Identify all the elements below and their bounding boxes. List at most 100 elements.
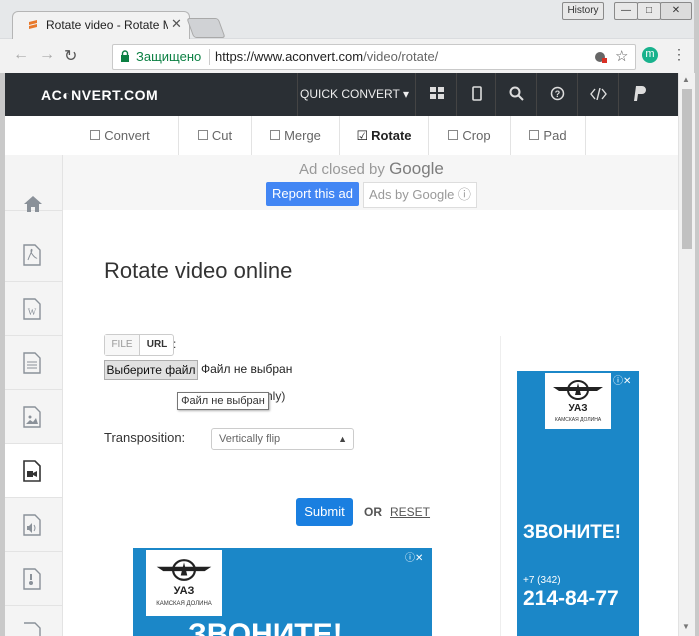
text-file-icon (23, 352, 41, 374)
tab-title: Rotate video - Rotate MP4 (46, 18, 168, 32)
ad-logo: УАЗ КАМСКАЯ ДОЛИНА (146, 550, 222, 616)
translate-icon[interactable] (594, 50, 608, 64)
bottom-advertisement[interactable]: УАЗ КАМСКАЯ ДОЛИНА ⓘ✕ ЗВОНИТЕ! (133, 548, 432, 636)
search-icon (509, 86, 524, 101)
site-favicon-icon (29, 20, 37, 29)
sidebar-item-video[interactable] (5, 444, 62, 498)
sidebar-item-image[interactable] (5, 390, 62, 444)
file-icon (24, 622, 41, 636)
pdf-file-icon (23, 244, 41, 266)
new-tab-button[interactable] (186, 18, 226, 38)
ad-closed-text: Ad closed by Google (299, 159, 444, 178)
reset-link[interactable]: RESET (390, 505, 430, 519)
nav-paypal[interactable] (618, 73, 659, 116)
ad-brand: УАЗ (173, 585, 195, 597)
home-icon (24, 196, 42, 212)
ad-logo: УАЗ КАМСКАЯ ДОЛИНА (545, 373, 611, 429)
checkbox-icon (529, 130, 540, 140)
tab-close-icon[interactable]: ✕ (171, 16, 182, 32)
ad-phone-prefix: +7 (342) (523, 575, 561, 586)
minimize-button[interactable]: — (614, 2, 638, 20)
transposition-select[interactable]: Vertically flip ▲ (211, 428, 354, 450)
scrollbar-thumb[interactable] (682, 89, 692, 249)
scroll-up-icon[interactable]: ▲ (682, 75, 690, 84)
quick-convert-menu[interactable]: QUICK CONVERT ▾ (297, 73, 411, 116)
browser-toolbar: ← → ↻ Защищено https://www.aconvert.com/… (0, 39, 699, 73)
reload-icon[interactable]: ↻ (64, 46, 77, 66)
file-tooltip: Файл не выбран (177, 392, 269, 410)
checked-checkbox-icon: ☑ (356, 128, 369, 143)
image-file-icon (23, 406, 41, 428)
tab-crop[interactable]: Crop (429, 116, 511, 155)
sidebar-item-more[interactable] (5, 606, 62, 636)
transposition-label: Transposition: (104, 430, 186, 445)
source-toggle: FILE URL (104, 334, 174, 356)
uaz-emblem-icon (156, 559, 212, 581)
report-ad-button[interactable]: Report this ad (266, 182, 359, 206)
sidebar-item-archive[interactable] (5, 552, 62, 606)
submit-button[interactable]: Submit (296, 498, 353, 526)
tablet-icon (472, 86, 482, 101)
sidebar-item-pdf[interactable] (5, 228, 62, 282)
svg-text:W: W (28, 307, 37, 317)
maximize-button[interactable]: □ (637, 2, 661, 20)
nav-help[interactable]: ? (536, 73, 577, 116)
forward-icon[interactable]: → (39, 46, 55, 64)
page-scrollbar[interactable]: ▲ ▼ (678, 73, 695, 636)
ad-brand: УАЗ (568, 403, 588, 414)
scroll-down-icon[interactable]: ▼ (682, 622, 690, 631)
ad-call-text: ЗВОНИТЕ! (188, 618, 343, 636)
url-tab[interactable]: URL (140, 335, 174, 355)
ad-closed-banner: Ad closed by Google Report this ad Ads b… (62, 155, 678, 210)
tab-pad[interactable]: Pad (511, 116, 586, 155)
ad-info-icon[interactable]: ⓘ✕ (405, 549, 423, 564)
site-navbar: AC◐NVERT.COM QUICK CONVERT ▾ ? (5, 73, 678, 116)
sidebar-item-home[interactable] (5, 155, 62, 212)
column-divider (500, 336, 501, 636)
profile-avatar[interactable]: m (642, 47, 658, 63)
secure-label: Защищено (136, 49, 202, 64)
back-icon[interactable]: ← (13, 46, 29, 64)
audio-file-icon (23, 514, 41, 536)
menu-kebab-icon[interactable]: ⋮ (672, 46, 686, 63)
ad-info-icon[interactable]: ⓘ✕ (613, 372, 631, 387)
sidebar-item-ebook[interactable] (5, 336, 62, 390)
page-title: Rotate video online (104, 258, 293, 283)
sidebar-item-document[interactable]: W (5, 282, 62, 336)
choose-file-button[interactable]: Выберите файл (104, 360, 198, 380)
select-arrows-icon: ▲ (338, 434, 347, 444)
ads-by-google-button[interactable]: Ads by Google ⓘ (363, 182, 477, 208)
transposition-value: Vertically flip (219, 433, 281, 445)
format-sidebar: W (5, 155, 63, 636)
source-colon: : (173, 337, 177, 351)
address-bar[interactable]: Защищено https://www.aconvert.com/video/… (112, 44, 636, 70)
tab-rotate[interactable]: ☑ Rotate (340, 116, 429, 155)
nav-code[interactable] (577, 73, 618, 116)
tool-tabs: Convert Cut Merge ☑ Rotate Crop Pad (62, 116, 678, 156)
site-logo[interactable]: AC◐NVERT.COM (41, 87, 158, 103)
checkbox-icon (270, 130, 281, 140)
nav-grid[interactable] (415, 73, 456, 116)
history-button[interactable]: History (562, 2, 604, 20)
nav-search[interactable] (495, 73, 536, 116)
address-separator (209, 49, 210, 65)
sidebar-item-audio[interactable] (5, 498, 62, 552)
code-icon (590, 88, 607, 100)
bookmark-star-icon[interactable]: ☆ (615, 47, 628, 65)
close-window-button[interactable]: ✕ (660, 2, 692, 20)
lock-icon (121, 50, 129, 62)
url-text: https://www.aconvert.com/video/rotate/ (215, 49, 439, 64)
tab-cut[interactable]: Cut (179, 116, 252, 155)
nav-tablet[interactable] (456, 73, 497, 116)
tab-convert[interactable]: Convert (62, 116, 179, 155)
file-tab[interactable]: FILE (105, 335, 140, 355)
no-file-label: Файл не выбран (201, 362, 293, 376)
ad-dealer: КАМСКАЯ ДОЛИНА (554, 417, 602, 423)
svg-text:?: ? (555, 89, 561, 99)
side-advertisement[interactable]: УАЗ КАМСКАЯ ДОЛИНА ⓘ✕ ЗВОНИТЕ! +7 (342) … (517, 371, 639, 636)
browser-tab[interactable]: Rotate video - Rotate MP4 ✕ (12, 11, 190, 40)
help-icon: ? (550, 86, 565, 101)
checkbox-icon (448, 130, 459, 140)
paypal-icon (634, 86, 646, 101)
tab-merge[interactable]: Merge (252, 116, 340, 155)
